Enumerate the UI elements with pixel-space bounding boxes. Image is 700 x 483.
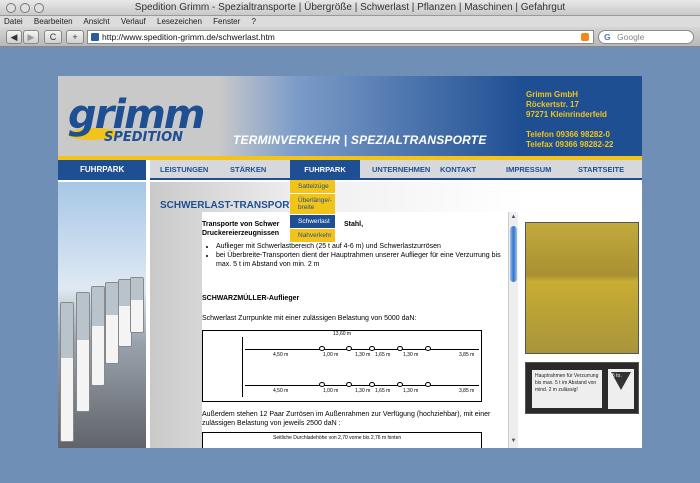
window-controls[interactable] bbox=[6, 3, 44, 13]
search-placeholder: Google bbox=[617, 32, 645, 42]
nav-staerken[interactable]: STÄRKEN bbox=[230, 160, 266, 180]
nav-impressum[interactable]: IMPRESSUM bbox=[506, 160, 551, 180]
favicon-icon bbox=[91, 33, 99, 41]
intro-text-1: Transporte von Schwer bbox=[202, 221, 280, 228]
fuhrpark-dropdown: Sattelzüge Überlänge/-breite Schwerlast … bbox=[290, 180, 335, 243]
company-street: Röckertstr. 17 bbox=[526, 100, 579, 109]
diagram-label: 3,85 m bbox=[459, 388, 475, 394]
window-title: Spedition Grimm - Spezialtransporte | Üb… bbox=[134, 2, 566, 13]
window-titlebar: Spedition Grimm - Spezialtransporte | Üb… bbox=[0, 0, 700, 16]
google-search-icon: G bbox=[604, 32, 611, 42]
diagram-label: 1,00 m bbox=[323, 388, 339, 394]
diagram-label: 4,50 m bbox=[273, 388, 289, 394]
menu-ansicht[interactable]: Ansicht bbox=[83, 17, 109, 26]
feature-item: Auflieger mit Schwerlastbereich (25 t au… bbox=[216, 242, 512, 251]
scroll-up-icon[interactable]: ▲ bbox=[510, 214, 517, 222]
diagram-label: 1,00 m bbox=[323, 352, 339, 358]
subheading: SCHWARZMÜLLER-Auflieger bbox=[202, 295, 300, 302]
zoom-window-button[interactable] bbox=[34, 3, 44, 13]
browser-toolbar: ◀ ▶ C + http://www.spedition-grimm.de/sc… bbox=[0, 27, 700, 47]
company-city: 97271 Kleinrinderfeld bbox=[526, 110, 607, 119]
content-scrollbar[interactable]: ▲ ▼ bbox=[508, 212, 518, 448]
close-window-button[interactable] bbox=[6, 3, 16, 13]
address-bar[interactable]: http://www.spedition-grimm.de/schwerlast… bbox=[87, 30, 594, 44]
menu-bearbeiten[interactable]: Bearbeiten bbox=[34, 17, 73, 26]
lashing-diagram: 13,60 m 4,50 m 1,00 m 1,30 m 1,65 m 1,30… bbox=[202, 330, 482, 402]
diagram-label: 4,50 m bbox=[273, 352, 289, 358]
menu-datei[interactable]: Datei bbox=[4, 17, 23, 26]
search-field[interactable]: G Google bbox=[598, 30, 694, 44]
nav-leistungen[interactable]: LEISTUNGEN bbox=[160, 160, 208, 180]
intro-text-2: Druckereierzeugnissen bbox=[202, 230, 280, 237]
scroll-down-icon[interactable]: ▼ bbox=[510, 438, 517, 446]
menu-fenster[interactable]: Fenster bbox=[213, 17, 240, 26]
back-button[interactable]: ◀ bbox=[6, 30, 22, 44]
lashing-sign: Hauptrahmen für Verzurrung bis max. 5 t … bbox=[532, 370, 602, 408]
feature-list: Auflieger mit Schwerlastbereich (25 t au… bbox=[216, 242, 512, 269]
page-title: SCHWERLAST-TRANSPORTE bbox=[160, 200, 303, 211]
menu-bar: Datei Bearbeiten Ansicht Verlauf Lesezei… bbox=[0, 16, 700, 27]
dropdown-schwerlast[interactable]: Schwerlast bbox=[290, 215, 335, 229]
dropdown-sattelzuege[interactable]: Sattelzüge bbox=[290, 180, 335, 194]
outer-rail-text: Außerdem stehen 12 Paar Zurrösen im Auße… bbox=[202, 411, 491, 427]
diagram-label: 1,30 m bbox=[355, 388, 371, 394]
diagram-label: 3,85 m bbox=[459, 352, 475, 358]
nav-kontakt[interactable]: KONTAKT bbox=[440, 160, 476, 180]
url-text: http://www.spedition-grimm.de/schwerlast… bbox=[102, 32, 275, 42]
dropdown-nahverkehr[interactable]: Nahverkehr bbox=[290, 229, 335, 243]
site-slogan: TERMINVERKEHR | SPEZIALTRANSPORTE bbox=[233, 133, 487, 147]
site-header: grimm SPEDITION TERMINVERKEHR | SPEZIALT… bbox=[58, 76, 642, 156]
nav-fuhrpark[interactable]: FUHRPARK bbox=[290, 160, 360, 180]
company-address: Grimm GmbH Röckertstr. 17 97271 Kleinrin… bbox=[522, 76, 642, 156]
diagram-caption: Seitliche Durchladehöhe von 2,70 vorne b… bbox=[273, 435, 402, 441]
dropdown-ueberlaenge[interactable]: Überlänge/-breite bbox=[290, 194, 335, 215]
company-fax: Telefax 09366 98282-22 bbox=[526, 140, 614, 149]
weight-sign: 5 to. bbox=[608, 369, 634, 409]
nav-unternehmen[interactable]: UNTERNEHMEN bbox=[372, 160, 430, 180]
website: grimm SPEDITION TERMINVERKEHR | SPEZIALT… bbox=[58, 76, 642, 448]
new-tab-button[interactable]: + bbox=[66, 30, 84, 44]
diagram-label: 1,30 m bbox=[403, 352, 419, 358]
photo-column: Hauptrahmen für Verzurrung bis max. 5 t … bbox=[523, 182, 642, 448]
diagram-label: 1,65 m bbox=[375, 352, 391, 358]
section-label: FUHRPARK bbox=[58, 160, 146, 180]
main-content: SCHWERLAST-TRANSPORTE Transporte von Sch… bbox=[150, 182, 523, 448]
diagram-label: 1,30 m bbox=[403, 388, 419, 394]
site-logo-subtitle: SPEDITION bbox=[104, 130, 184, 145]
main-nav: LEISTUNGEN STÄRKEN FUHRPARK UNTERNEHMEN … bbox=[150, 160, 642, 180]
trailer-interior-photo bbox=[525, 222, 639, 354]
weight-badge: 5 to. bbox=[612, 373, 622, 379]
menu-verlauf[interactable]: Verlauf bbox=[121, 17, 146, 26]
content-frame: Transporte von Schwer Stahl, Druckereier… bbox=[202, 212, 508, 448]
reload-button[interactable]: C bbox=[44, 30, 62, 44]
intro-text-1b: Stahl, bbox=[344, 221, 364, 228]
scrollbar-thumb[interactable] bbox=[510, 226, 517, 282]
menu-help[interactable]: ? bbox=[252, 17, 256, 26]
forward-button[interactable]: ▶ bbox=[23, 30, 39, 44]
diagram-label: 1,65 m bbox=[375, 388, 391, 394]
diagram-label: 1,30 m bbox=[355, 352, 371, 358]
menu-lesezeichen[interactable]: Lesezeichen bbox=[157, 17, 202, 26]
diagram-total-length: 13,60 m bbox=[333, 331, 352, 337]
schwerlast-text: Schwerlast Zurrpunkte mit einer zulässig… bbox=[202, 315, 417, 322]
company-name: Grimm GmbH bbox=[526, 90, 579, 99]
lashing-sign-photo: Hauptrahmen für Verzurrung bis max. 5 t … bbox=[525, 362, 639, 414]
feature-item: bei Überbreite-Transporten dient der Hau… bbox=[216, 251, 512, 269]
nav-startseite[interactable]: STARTSEITE bbox=[578, 160, 624, 180]
rss-icon[interactable] bbox=[581, 33, 589, 41]
fleet-photo bbox=[58, 182, 146, 448]
company-phone: Telefon 09366 98282-0 bbox=[526, 130, 610, 139]
minimize-window-button[interactable] bbox=[20, 3, 30, 13]
